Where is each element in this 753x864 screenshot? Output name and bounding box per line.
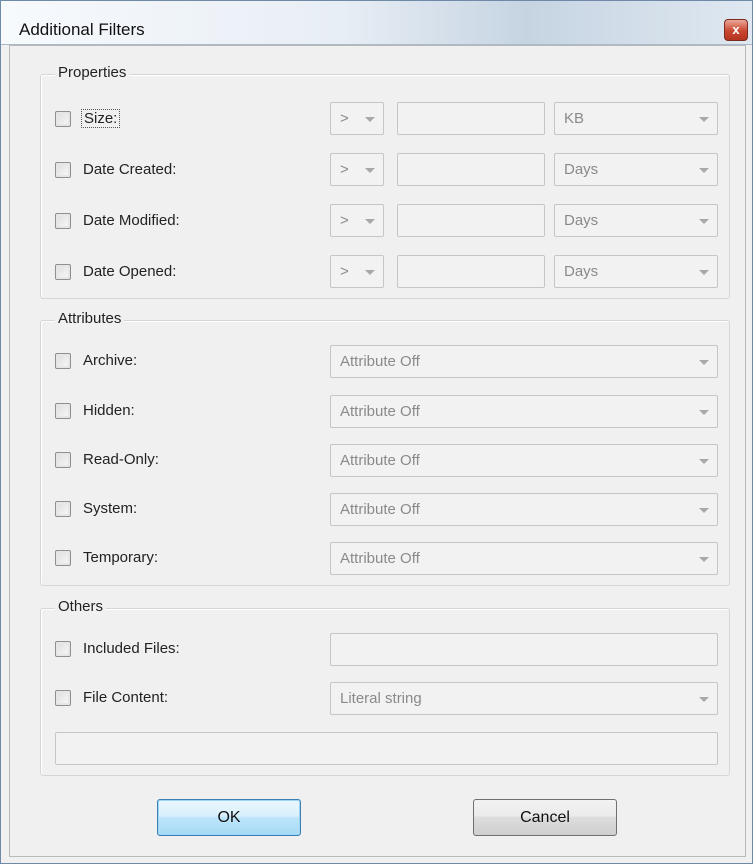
date-modified-checkbox[interactable]	[55, 213, 71, 229]
archive-checkbox[interactable]	[55, 353, 71, 369]
file-content-checkbox[interactable]	[55, 690, 71, 706]
archive-label: Archive:	[83, 352, 138, 369]
chevron-down-icon	[699, 697, 709, 702]
properties-group: Properties Size: > KB Date Created: > Da…	[40, 64, 730, 299]
date-created-checkbox[interactable]	[55, 162, 71, 178]
chevron-down-icon	[365, 219, 375, 224]
hidden-label: Hidden:	[83, 402, 135, 419]
hidden-checkbox[interactable]	[55, 403, 71, 419]
chevron-down-icon	[699, 270, 709, 275]
system-checkbox[interactable]	[55, 501, 71, 517]
chevron-down-icon	[699, 557, 709, 562]
others-group-title: Others	[55, 598, 107, 615]
read-only-attribute-select[interactable]: Attribute Off	[330, 444, 718, 477]
date-modified-label: Date Modified:	[83, 212, 180, 229]
temporary-attribute-select[interactable]: Attribute Off	[330, 542, 718, 575]
date-created-unit-select[interactable]: Days	[554, 153, 718, 186]
chevron-down-icon	[699, 360, 709, 365]
chevron-down-icon	[365, 117, 375, 122]
system-label: System:	[83, 500, 138, 517]
title-bar[interactable]: Additional Filters x	[1, 1, 752, 45]
size-checkbox[interactable]	[55, 111, 71, 127]
included-files-label: Included Files:	[83, 640, 180, 657]
date-opened-unit-select[interactable]: Days	[554, 255, 718, 288]
date-modified-unit-select[interactable]: Days	[554, 204, 718, 237]
chevron-down-icon	[365, 168, 375, 173]
hidden-attribute-select[interactable]: Attribute Off	[330, 395, 718, 428]
additional-filters-dialog: Additional Filters x Properties Size: > …	[0, 0, 753, 864]
chevron-down-icon	[699, 410, 709, 415]
size-operator-select[interactable]: >	[330, 102, 384, 135]
properties-group-title: Properties	[55, 64, 130, 81]
chevron-down-icon	[699, 508, 709, 513]
included-files-checkbox[interactable]	[55, 641, 71, 657]
others-group: Others Included Files: File Content: Lit…	[40, 598, 730, 776]
file-content-label: File Content:	[83, 689, 169, 706]
file-content-mode-select[interactable]: Literal string	[330, 682, 718, 715]
date-opened-checkbox[interactable]	[55, 264, 71, 280]
chevron-down-icon	[699, 168, 709, 173]
cancel-button[interactable]: Cancel	[473, 799, 617, 836]
date-created-label: Date Created:	[83, 161, 177, 178]
temporary-checkbox[interactable]	[55, 550, 71, 566]
included-files-input[interactable]	[330, 633, 718, 666]
ok-button[interactable]: OK	[157, 799, 301, 836]
dialog-client-area: Properties Size: > KB Date Created: > Da…	[9, 45, 746, 857]
file-content-input[interactable]	[55, 732, 718, 765]
size-unit-select[interactable]: KB	[554, 102, 718, 135]
archive-attribute-select[interactable]: Attribute Off	[330, 345, 718, 378]
read-only-label: Read-Only:	[83, 451, 159, 468]
date-opened-operator-select[interactable]: >	[330, 255, 384, 288]
temporary-label: Temporary:	[83, 549, 159, 566]
date-modified-operator-select[interactable]: >	[330, 204, 384, 237]
date-created-value-input[interactable]	[397, 153, 545, 186]
size-value-input[interactable]	[397, 102, 545, 135]
date-created-operator-select[interactable]: >	[330, 153, 384, 186]
attributes-group-title: Attributes	[55, 310, 125, 327]
chevron-down-icon	[699, 117, 709, 122]
read-only-checkbox[interactable]	[55, 452, 71, 468]
date-modified-value-input[interactable]	[397, 204, 545, 237]
close-icon: x	[732, 22, 740, 37]
date-opened-label: Date Opened:	[83, 263, 177, 280]
close-button[interactable]: x	[724, 19, 748, 41]
chevron-down-icon	[699, 219, 709, 224]
attributes-group: Attributes Archive: Attribute Off Hidden…	[40, 310, 730, 586]
chevron-down-icon	[365, 270, 375, 275]
chevron-down-icon	[699, 459, 709, 464]
date-opened-value-input[interactable]	[397, 255, 545, 288]
system-attribute-select[interactable]: Attribute Off	[330, 493, 718, 526]
dialog-title: Additional Filters	[19, 20, 145, 39]
size-label: Size:	[81, 109, 121, 128]
